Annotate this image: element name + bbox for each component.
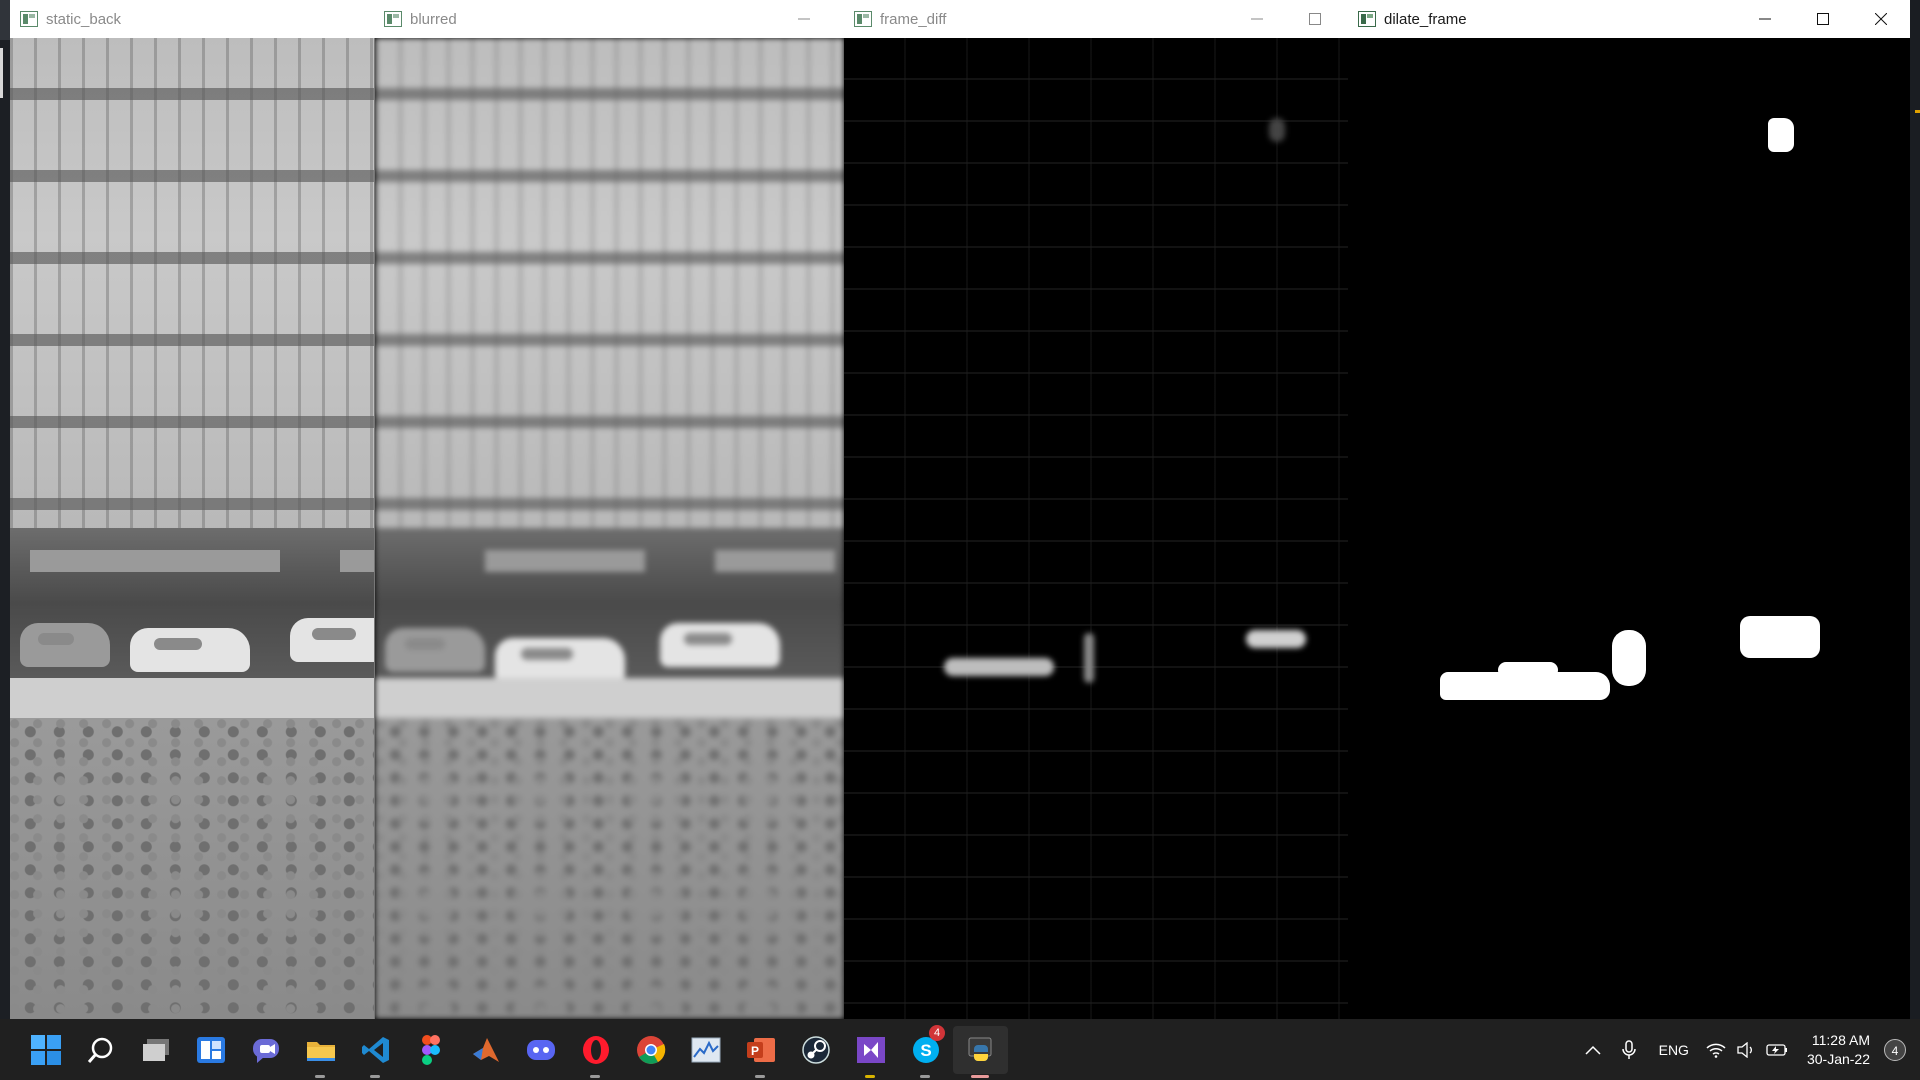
svg-text:S: S [920,1041,931,1060]
steam-icon [801,1035,830,1064]
taskbar: P S 4 ENG 11:28 AM 30-Jan-22 4 [0,1019,1920,1080]
microphone-button[interactable] [1611,1019,1647,1080]
wifi-icon [1706,1043,1726,1058]
taskbar-app-opera[interactable] [568,1019,623,1080]
desktop: static_back blurred frame_diff dilate_fr… [0,0,1920,1019]
microphone-icon [1621,1039,1636,1059]
opera-icon [582,1035,609,1064]
windows-logo-icon [30,1034,61,1065]
opencv-window-icon [854,11,872,27]
volume-button[interactable] [1731,1019,1761,1080]
window-static-back[interactable]: static_back [10,0,410,1019]
taskbar-app-resource-monitor[interactable] [678,1019,733,1080]
powerpoint-icon: P [746,1037,775,1062]
wifi-button[interactable] [1701,1019,1731,1080]
clock[interactable]: 11:28 AM 30-Jan-22 [1793,1031,1880,1069]
image-view [1348,38,1910,1019]
chat-icon [252,1038,279,1063]
taskbar-app-visual-studio[interactable] [843,1019,898,1080]
python-icon [968,1037,991,1061]
taskbar-app-skype[interactable]: S 4 [898,1019,953,1080]
svg-text:P: P [750,1044,758,1058]
clock-date: 30-Jan-22 [1806,1050,1870,1067]
window-frame-diff[interactable]: frame_diff [844,0,1348,1019]
taskbar-app-chrome[interactable] [623,1019,678,1080]
window-title: blurred [410,10,457,28]
minimize-button[interactable] [1736,0,1794,38]
task-view-icon [142,1038,169,1061]
taskbar-app-discord[interactable] [513,1019,568,1080]
image-view [374,38,844,1019]
taskbar-app-python[interactable] [953,1025,1008,1078]
figma-icon [421,1034,440,1065]
chat-button[interactable] [238,1019,293,1080]
image-view [844,38,1348,1019]
language-indicator[interactable]: ENG [1647,1019,1701,1080]
system-tray: ENG 11:28 AM 30-Jan-22 4 [1575,1019,1920,1080]
chart-icon [691,1037,720,1062]
vscode-icon [361,1036,389,1063]
task-view-button[interactable] [128,1019,183,1080]
chrome-icon [636,1035,665,1064]
titlebar[interactable]: static_back [10,0,410,38]
taskbar-app-powerpoint[interactable]: P [733,1019,788,1080]
visual-studio-icon [856,1036,885,1063]
titlebar[interactable]: blurred [374,0,844,38]
opencv-window-icon [384,11,402,27]
notification-center-badge[interactable]: 4 [1884,1038,1906,1061]
taskbar-app-vscode[interactable] [348,1019,403,1080]
taskbar-apps: P S 4 [18,1019,1008,1080]
folder-icon [306,1041,335,1061]
start-button[interactable] [18,1019,73,1080]
show-hidden-icons-button[interactable] [1575,1019,1611,1080]
window-blurred[interactable]: blurred [374,0,844,1019]
taskbar-app-matlab[interactable] [458,1019,513,1080]
background-window-edge [0,40,10,1019]
language-label: ENG [1658,1041,1689,1058]
taskbar-app-figma[interactable] [403,1019,458,1080]
widgets-button[interactable] [183,1019,238,1080]
skype-notification-badge: 4 [929,1025,945,1041]
taskbar-app-file-explorer[interactable] [293,1019,348,1080]
clock-time: 11:28 AM [1811,1031,1870,1048]
search-icon [87,1037,112,1063]
volume-icon [1737,1041,1752,1058]
maximize-button[interactable] [1286,0,1344,38]
battery-button[interactable] [1761,1019,1793,1080]
discord-icon [526,1039,555,1060]
search-button[interactable] [73,1019,128,1080]
window-title: static_back [46,10,122,28]
window-title: dilate_frame [1384,10,1467,28]
maximize-button[interactable] [1794,0,1852,38]
minimize-button[interactable] [764,0,844,38]
widgets-icon [196,1036,225,1063]
window-dilate-frame[interactable]: dilate_frame [1348,0,1910,1019]
background-window-edge-right [1910,0,1920,1019]
opencv-window-icon [1358,11,1376,27]
window-title: frame_diff [880,10,947,28]
titlebar[interactable]: frame_diff [844,0,1348,38]
battery-charging-icon [1766,1043,1787,1056]
titlebar[interactable]: dilate_frame [1348,0,1910,38]
taskbar-app-steam[interactable] [788,1019,843,1080]
image-view [10,38,410,1019]
minimize-button[interactable] [1228,0,1286,38]
close-button[interactable] [1852,0,1910,38]
matlab-icon [472,1037,499,1062]
opencv-window-icon [20,11,38,27]
chevron-up-icon [1585,1045,1601,1055]
